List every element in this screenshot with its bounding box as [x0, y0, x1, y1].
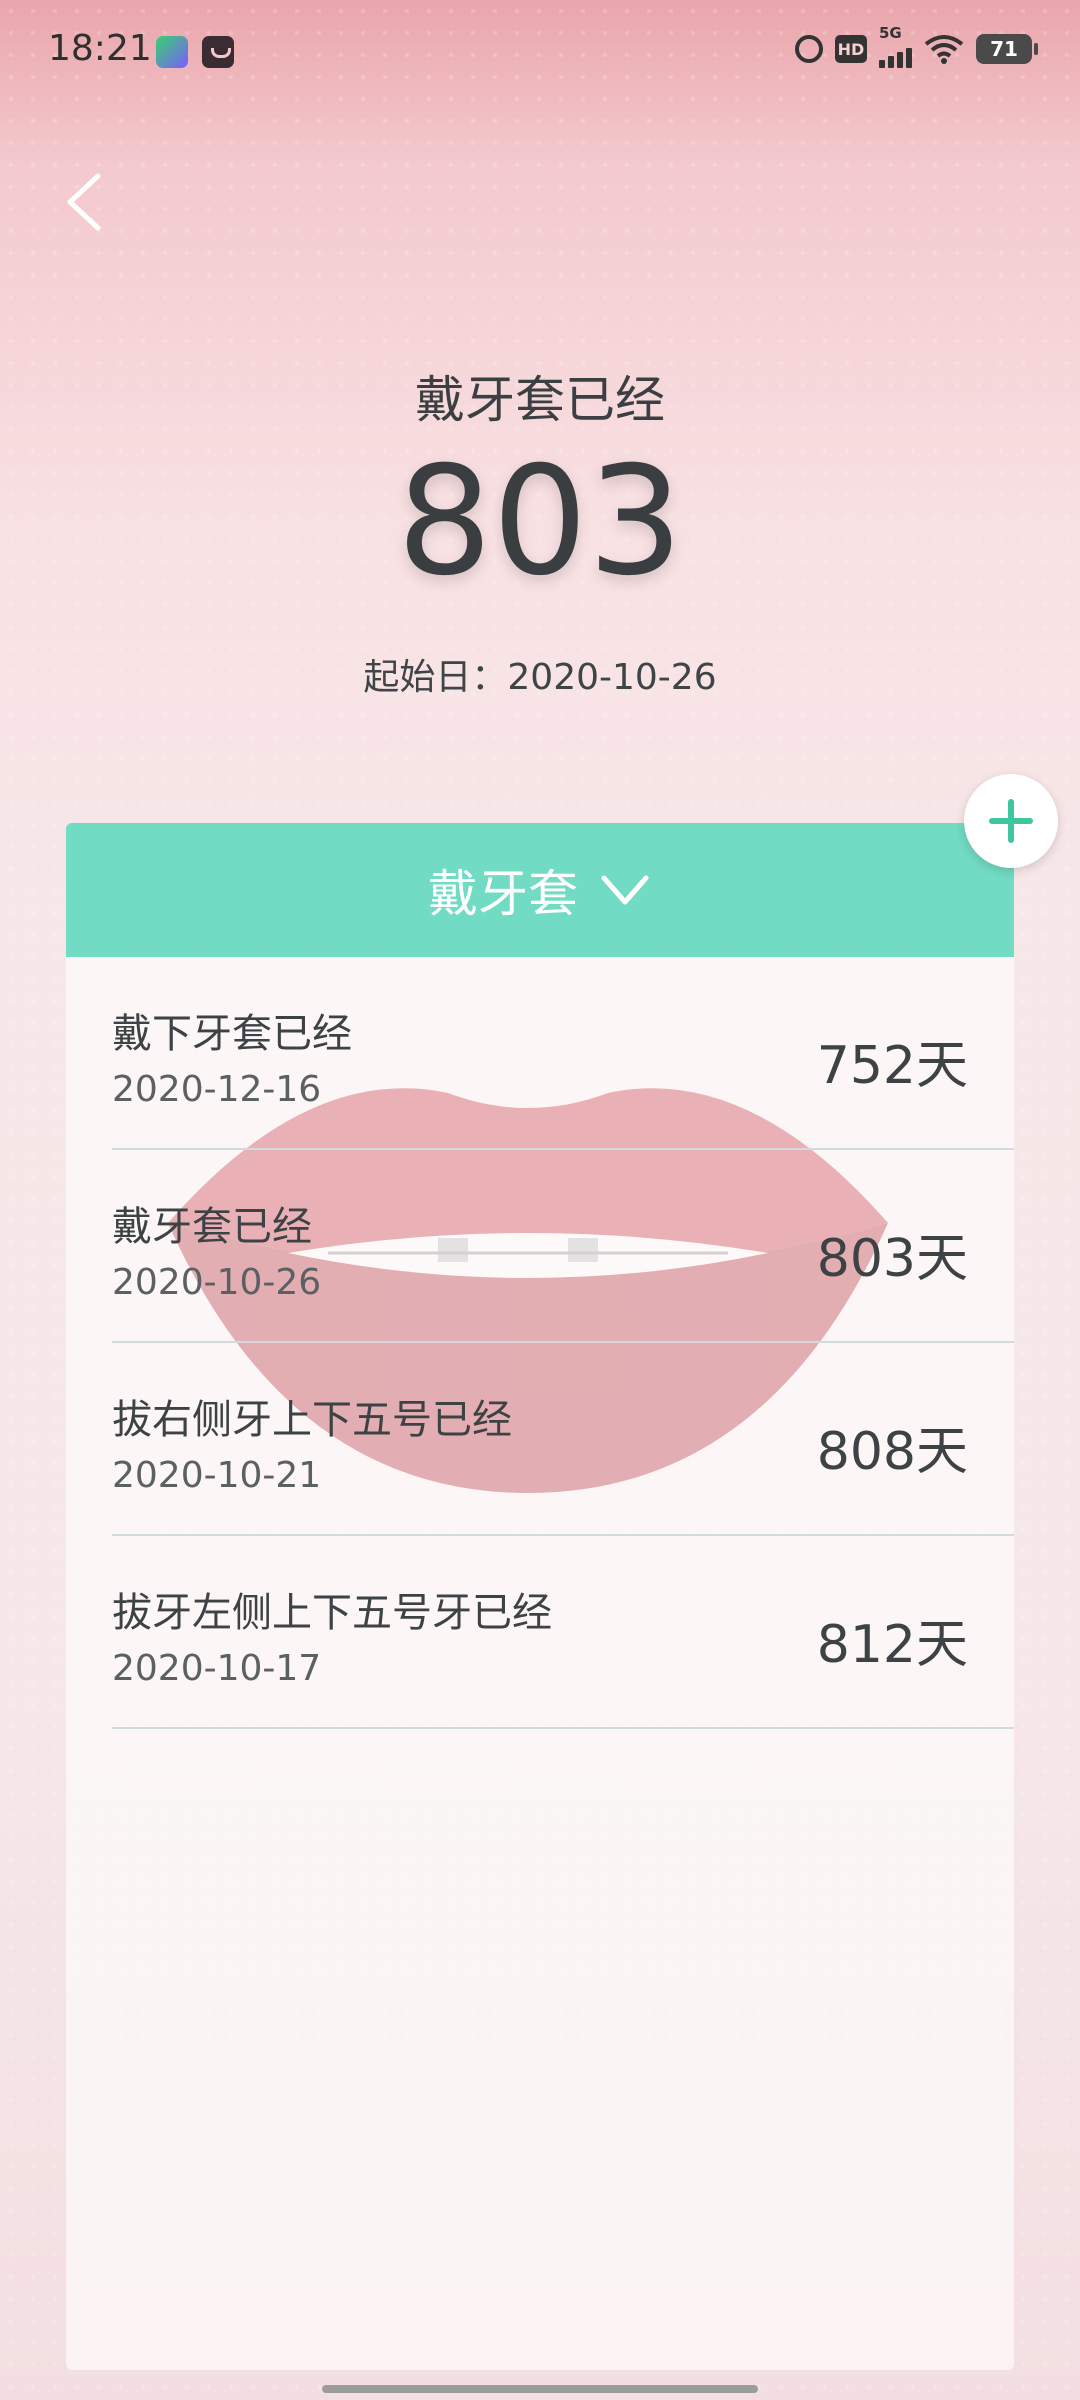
event-days: 808天 [816, 1422, 968, 1482]
plus-icon [989, 799, 1033, 843]
event-date: 2020-12-16 [112, 1069, 322, 1110]
alarm-icon [795, 35, 823, 63]
hd-icon: HD [835, 35, 867, 63]
add-event-button[interactable] [964, 774, 1058, 868]
signal-icon: 5G [879, 24, 912, 68]
shopping-bag-app-icon [202, 36, 234, 68]
chevron-down-icon [601, 875, 649, 905]
list-item[interactable]: 拔右侧牙上下五号已经 2020-10-21 808天 [112, 1343, 1014, 1536]
event-name: 戴下牙套已经 [112, 1011, 352, 1057]
list-item[interactable]: 拔牙左侧上下五号牙已经 2020-10-17 812天 [112, 1536, 1014, 1729]
day-count: 803 [396, 435, 684, 609]
category-selector[interactable]: 戴牙套 [66, 823, 1014, 957]
iqiyi-app-icon [156, 36, 188, 68]
page-title: 戴牙套已经 [415, 371, 665, 429]
system-icons: HD 5G 71 [795, 24, 1038, 68]
event-name: 戴牙套已经 [112, 1204, 312, 1250]
event-date: 2020-10-21 [112, 1455, 322, 1496]
event-name: 拔牙左侧上下五号牙已经 [112, 1590, 552, 1636]
battery-icon: 71 [976, 34, 1038, 64]
status-bar: 18:21 HD 5G 71 [0, 0, 1080, 100]
back-chevron-icon [67, 173, 101, 231]
event-date: 2020-10-17 [112, 1648, 322, 1689]
event-date: 2020-10-26 [112, 1262, 322, 1303]
event-days: 752天 [816, 1036, 968, 1096]
start-date-label: 起始日：2020-10-26 [363, 657, 717, 698]
wifi-icon [924, 35, 964, 64]
category-title: 戴牙套 [428, 865, 578, 923]
network-label: 5G [879, 24, 902, 42]
status-time: 18:21 [48, 28, 152, 69]
list-item[interactable]: 戴下牙套已经 2020-12-16 752天 [112, 957, 1014, 1150]
event-days: 803天 [816, 1229, 968, 1289]
home-indicator[interactable] [322, 2385, 758, 2393]
event-days: 812天 [816, 1615, 968, 1675]
event-name: 拔右侧牙上下五号已经 [112, 1397, 512, 1443]
list-item[interactable]: 戴牙套已经 2020-10-26 803天 [112, 1150, 1014, 1343]
back-button[interactable] [58, 162, 118, 242]
event-list: 戴下牙套已经 2020-12-16 752天 戴牙套已经 2020-10-26 … [66, 957, 1014, 1729]
events-card: 戴牙套 戴下牙套已经 2020-12-16 752天 戴牙套已经 2020-10… [66, 823, 1014, 2370]
